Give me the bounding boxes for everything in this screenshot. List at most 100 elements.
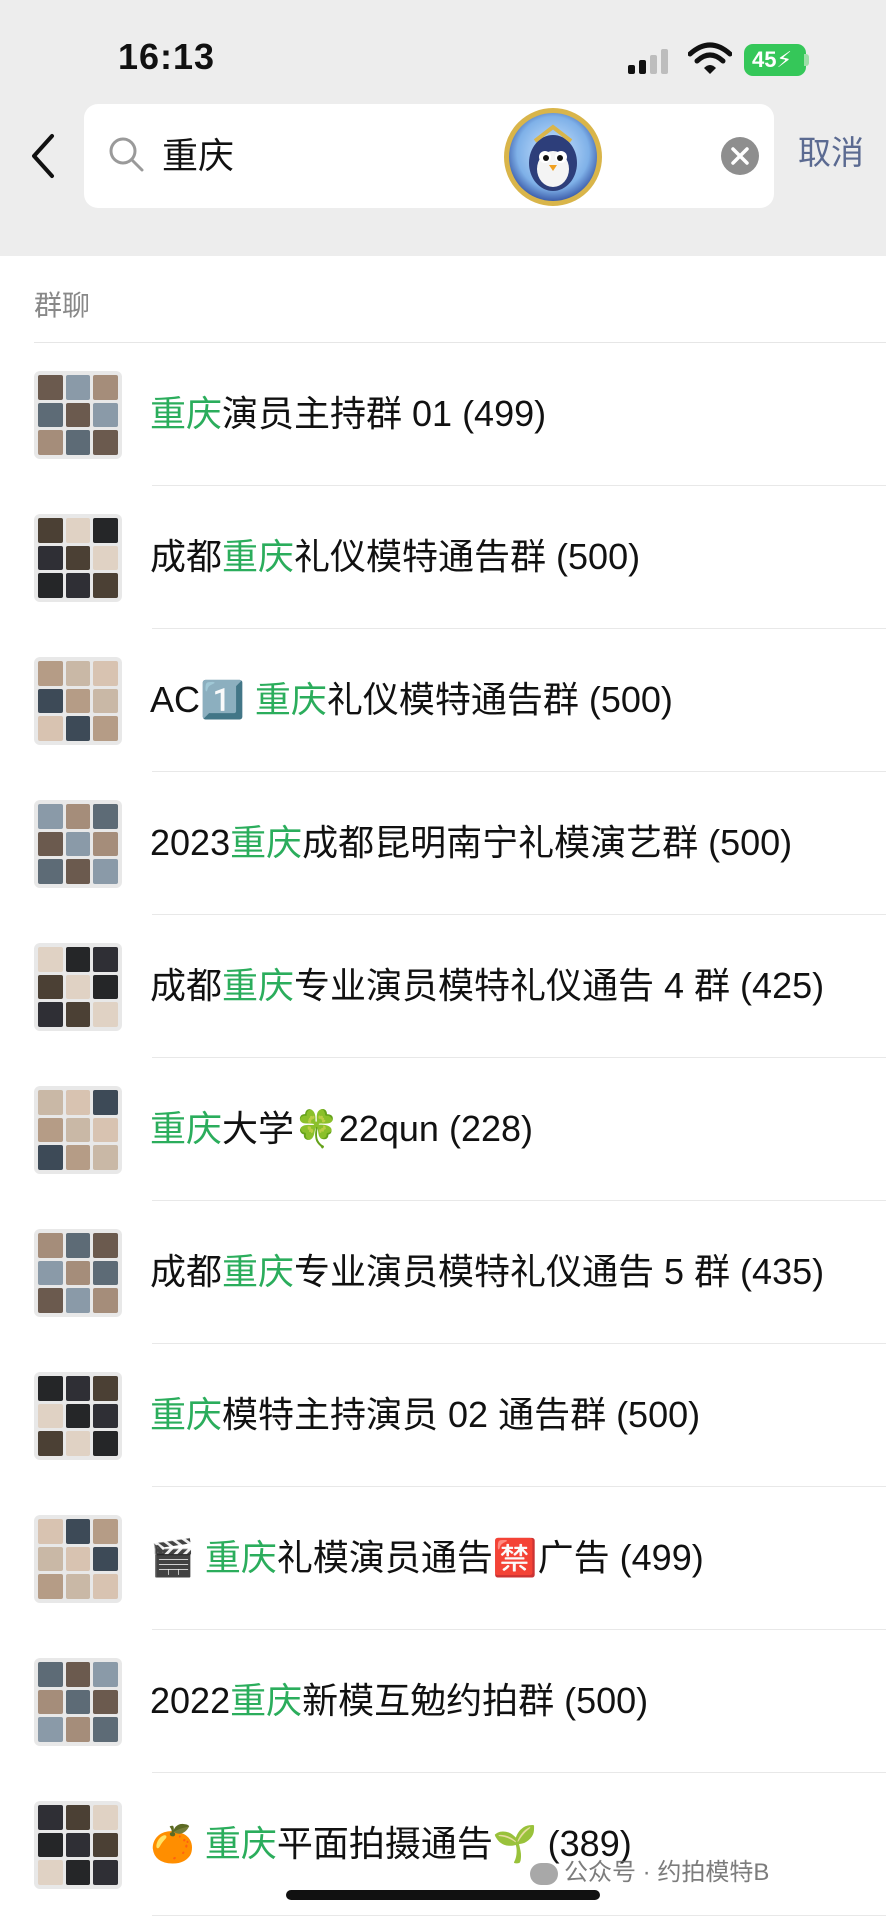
- cancel-button[interactable]: 取消: [798, 130, 864, 176]
- member-avatar-tile: [65, 375, 91, 400]
- member-avatar-tile: [93, 1002, 118, 1027]
- member-avatar-tile: [38, 1233, 63, 1258]
- group-chat-row[interactable]: 重庆演员主持群 01 (499): [0, 343, 886, 486]
- group-avatar-grid: [34, 514, 122, 602]
- group-avatar-grid: [34, 657, 122, 745]
- member-avatar-tile: [38, 1832, 63, 1858]
- member-avatar-tile: [38, 1662, 63, 1687]
- member-avatar-tile: [93, 1805, 118, 1830]
- group-chat-title: AC1️⃣ 重庆礼仪模特通告群 (500): [150, 675, 673, 725]
- group-chat-row[interactable]: AC1️⃣ 重庆礼仪模特通告群 (500): [0, 629, 886, 772]
- member-avatar-tile: [93, 1689, 118, 1715]
- back-arrow-icon[interactable]: [28, 132, 60, 180]
- group-chat-row[interactable]: 成都重庆礼仪模特通告群 (500): [0, 486, 886, 629]
- keyword-highlight: 重庆: [150, 1108, 223, 1149]
- member-avatar-tile: [93, 573, 118, 598]
- member-avatar-tile: [93, 402, 118, 428]
- title-text: 🎬: [150, 1537, 205, 1578]
- group-chat-row[interactable]: 重庆大学🍀22qun (228): [0, 1058, 886, 1201]
- title-text: 演员主持群 01 (499): [222, 393, 547, 434]
- title-text: 成都: [150, 965, 223, 1006]
- search-query: 重庆: [162, 135, 235, 176]
- member-avatar-tile: [38, 1145, 63, 1170]
- member-avatar-tile: [65, 573, 91, 598]
- search-header: 16:13 45⚡ 重庆 取消: [0, 0, 886, 256]
- member-avatar-tile: [65, 1090, 91, 1115]
- battery-icon: 45⚡: [744, 44, 806, 76]
- member-avatar-tile: [38, 430, 63, 455]
- keyword-highlight: 重庆: [150, 393, 223, 434]
- member-avatar-tile: [65, 430, 91, 455]
- keyword-highlight: 重庆: [230, 1680, 303, 1721]
- title-text: 模特主持演员 02 通告群 (500): [222, 1394, 701, 1435]
- member-avatar-tile: [93, 1145, 118, 1170]
- battery-tip: [804, 54, 809, 66]
- member-avatar-tile: [65, 1260, 91, 1286]
- member-avatar-tile: [38, 1717, 63, 1742]
- member-avatar-tile: [38, 375, 63, 400]
- group-chat-row[interactable]: 成都重庆专业演员模特礼仪通告 4 群 (425): [0, 915, 886, 1058]
- member-avatar-tile: [38, 1376, 63, 1401]
- member-avatar-tile: [93, 1090, 118, 1115]
- title-text: AC1️⃣: [150, 679, 255, 720]
- member-avatar-tile: [38, 1002, 63, 1027]
- title-text: 成都: [150, 536, 223, 577]
- wechat-logo-icon: [530, 1862, 558, 1885]
- keyword-highlight: 重庆: [204, 1823, 277, 1864]
- group-chat-title: 重庆模特主持演员 02 通告群 (500): [150, 1390, 700, 1440]
- mascot-avatar-icon: [504, 108, 602, 206]
- member-avatar-tile: [65, 1431, 91, 1456]
- title-text: 🍊: [150, 1823, 205, 1864]
- member-avatar-tile: [93, 831, 118, 857]
- group-chat-title: 🎬 重庆礼模演员通告🈲广告 (499): [150, 1533, 704, 1583]
- title-text: 礼仪模特通告群 (500): [294, 536, 641, 577]
- group-avatar-grid: [34, 943, 122, 1031]
- member-avatar-tile: [93, 947, 118, 972]
- member-avatar-tile: [38, 1860, 63, 1885]
- group-chat-title: 成都重庆专业演员模特礼仪通告 4 群 (425): [150, 961, 824, 1011]
- group-chat-row[interactable]: 2023重庆成都昆明南宁礼模演艺群 (500): [0, 772, 886, 915]
- title-text: 礼仪模特通告群 (500): [326, 679, 673, 720]
- member-avatar-tile: [93, 1233, 118, 1258]
- group-chat-row[interactable]: 重庆模特主持演员 02 通告群 (500): [0, 1344, 886, 1487]
- cellular-signal-icon: [628, 48, 672, 74]
- member-avatar-tile: [93, 661, 118, 686]
- group-chat-row[interactable]: 🎬 重庆礼模演员通告🈲广告 (499): [0, 1487, 886, 1630]
- title-text: 新模互勉约拍群 (500): [302, 1680, 649, 1721]
- member-avatar-tile: [65, 716, 91, 741]
- member-avatar-tile: [65, 1288, 91, 1313]
- member-avatar-tile: [93, 1117, 118, 1143]
- title-text: 2023: [150, 822, 231, 863]
- group-avatar-grid: [34, 1372, 122, 1460]
- member-avatar-tile: [38, 1805, 63, 1830]
- watermark-text: 公众号 · 约拍模特B: [564, 1859, 770, 1886]
- member-avatar-tile: [65, 1002, 91, 1027]
- member-avatar-tile: [38, 545, 63, 571]
- group-avatar-grid: [34, 1515, 122, 1603]
- member-avatar-tile: [65, 1662, 91, 1687]
- status-time: 16:13: [118, 36, 216, 77]
- member-avatar-tile: [65, 402, 91, 428]
- member-avatar-tile: [93, 1546, 118, 1572]
- search-input[interactable]: 重庆: [84, 104, 774, 208]
- group-chat-title: 成都重庆专业演员模特礼仪通告 5 群 (435): [150, 1247, 824, 1297]
- member-avatar-tile: [38, 1546, 63, 1572]
- keyword-highlight: 重庆: [230, 822, 303, 863]
- member-avatar-tile: [65, 1832, 91, 1858]
- title-text: 2022: [150, 1680, 231, 1721]
- clear-search-icon[interactable]: [720, 136, 760, 176]
- member-avatar-tile: [65, 1574, 91, 1599]
- member-avatar-tile: [65, 518, 91, 543]
- member-avatar-tile: [93, 1574, 118, 1599]
- watermark: 公众号 · 约拍模特B: [530, 1852, 769, 1887]
- member-avatar-tile: [93, 859, 118, 884]
- group-chat-row[interactable]: 2022重庆新模互勉约拍群 (500): [0, 1630, 886, 1773]
- member-avatar-tile: [65, 1376, 91, 1401]
- member-avatar-tile: [65, 1233, 91, 1258]
- home-indicator: [286, 1890, 600, 1900]
- group-chat-title: 重庆演员主持群 01 (499): [150, 389, 546, 439]
- member-avatar-tile: [93, 688, 118, 714]
- group-chat-title: 2023重庆成都昆明南宁礼模演艺群 (500): [150, 818, 792, 868]
- member-avatar-tile: [93, 1860, 118, 1885]
- group-chat-row[interactable]: 成都重庆专业演员模特礼仪通告 5 群 (435): [0, 1201, 886, 1344]
